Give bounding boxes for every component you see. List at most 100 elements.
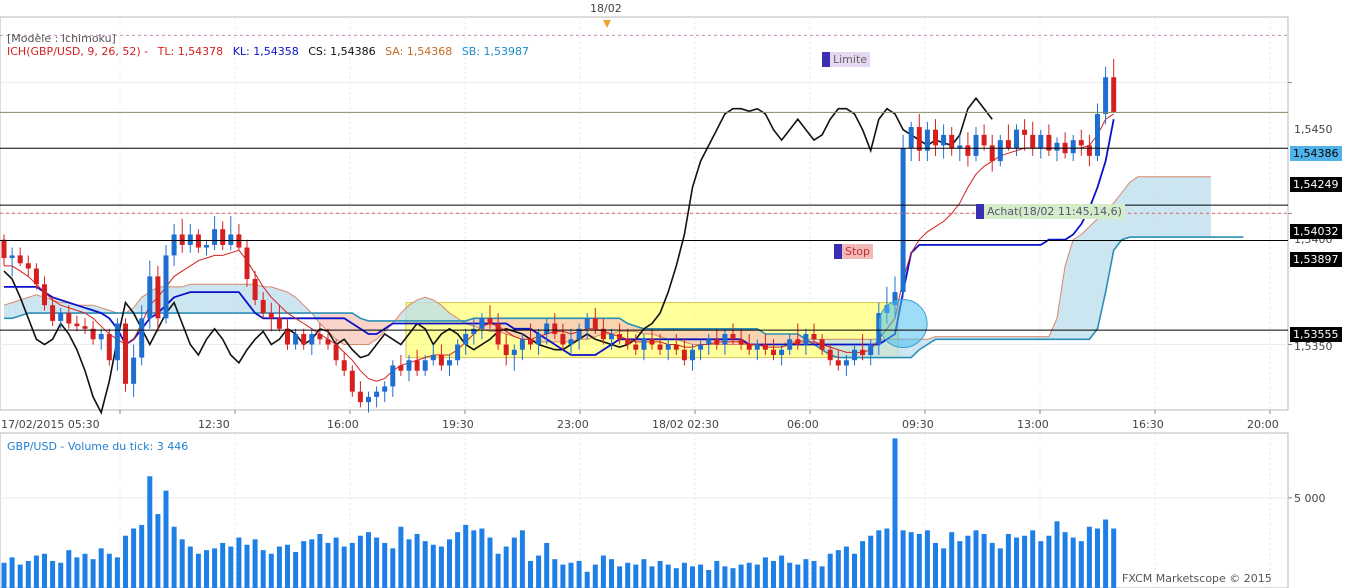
- volume-title: GBP/USD - Volume du tick: 3 446: [7, 440, 189, 453]
- candle-body: [973, 134, 979, 156]
- volume-bar: [835, 550, 841, 588]
- time-tick-5: 23:00: [557, 418, 589, 431]
- stop-order-tag[interactable]: Stop: [834, 244, 874, 259]
- volume-bar: [42, 553, 47, 588]
- volume-bar: [625, 562, 631, 588]
- volume-bar: [438, 546, 444, 588]
- cloud-segment: [773, 334, 782, 345]
- volume-bar: [171, 526, 177, 588]
- candle-body: [1005, 140, 1011, 148]
- volume-bar: [1070, 537, 1076, 588]
- cloud-segment: [1073, 234, 1082, 340]
- volume-bar: [973, 530, 979, 588]
- candle-body: [333, 344, 339, 361]
- volume-bar: [633, 564, 639, 588]
- volume-bar: [50, 560, 56, 588]
- candle-body: [357, 391, 363, 403]
- cloud-segment: [198, 284, 207, 314]
- candle-body: [301, 334, 307, 345]
- volume-bar: [811, 560, 817, 588]
- sa-value: SA: 1,54368: [385, 45, 453, 58]
- candle-body: [584, 318, 590, 329]
- candle-body: [155, 276, 161, 319]
- candle-body: [908, 127, 914, 148]
- candle-body: [714, 339, 720, 345]
- time-tick-4: 19:30: [442, 418, 474, 431]
- candle-body: [66, 313, 72, 324]
- limit-order-tag[interactable]: Limite: [822, 52, 871, 67]
- volume-bar: [1111, 528, 1117, 588]
- time-tick-10: 16:30: [1132, 418, 1164, 431]
- candle-body: [511, 349, 517, 355]
- volume-bar: [357, 535, 363, 588]
- volume-bar: [325, 542, 331, 588]
- candle-body: [42, 284, 47, 306]
- volume-bar: [698, 564, 704, 588]
- volume-bar: [1038, 541, 1044, 588]
- candle-body: [349, 370, 355, 392]
- candle-body: [560, 334, 566, 345]
- candle-body: [519, 339, 525, 350]
- cloud-segment: [1146, 176, 1155, 238]
- volume-bar: [949, 532, 955, 588]
- candle-body: [673, 344, 679, 350]
- volume-bar: [66, 550, 72, 588]
- volume-bar: [1078, 541, 1084, 588]
- price-line-label-2: 1,54032: [1290, 224, 1342, 239]
- candle-body: [106, 334, 112, 361]
- candle-body: [544, 323, 550, 335]
- cloud-segment: [214, 284, 223, 314]
- cloud-segment: [749, 328, 758, 345]
- candle-body: [528, 339, 533, 345]
- volume-bar: [1103, 519, 1109, 588]
- candle-body: [738, 339, 744, 345]
- candle-body: [163, 255, 169, 319]
- candle-body: [463, 334, 469, 345]
- cloud-segment: [417, 297, 426, 321]
- volume-bar: [155, 514, 161, 588]
- candle-body: [860, 349, 866, 355]
- volume-bar: [552, 559, 558, 588]
- candle-body: [82, 326, 88, 329]
- candle-body: [228, 234, 234, 245]
- volume-bar: [827, 553, 833, 588]
- volume-bar: [333, 537, 339, 588]
- volume-bar: [163, 490, 169, 588]
- candle-body: [430, 354, 436, 361]
- volume-bar: [406, 539, 412, 588]
- candle-body: [309, 334, 315, 345]
- candle-body: [706, 339, 712, 345]
- cs-value: CS: 1,54386: [308, 45, 376, 58]
- candle-body: [244, 247, 250, 279]
- volume-bar: [706, 569, 712, 588]
- cloud-segment: [1162, 176, 1171, 238]
- candle-body: [1038, 134, 1044, 148]
- candle-body: [58, 313, 64, 321]
- candle-body: [317, 334, 323, 340]
- volume-bar: [317, 533, 323, 588]
- candle-body: [835, 360, 841, 366]
- volume-bar: [390, 548, 396, 588]
- candle-body: [722, 334, 728, 345]
- volume-bar: [276, 546, 282, 588]
- candle-body: [568, 339, 574, 345]
- candle-body: [74, 323, 80, 327]
- sb-value: SB: 1,53987: [461, 45, 530, 58]
- volume-bar: [455, 532, 461, 588]
- candle-body: [139, 318, 145, 358]
- volume-bar: [819, 566, 825, 588]
- volume-bar: [479, 528, 485, 588]
- volume-bar: [933, 542, 938, 588]
- candle-body: [609, 334, 614, 340]
- volume-bar: [722, 566, 728, 588]
- kl-value: KL: 1,54358: [232, 45, 299, 58]
- candle-body: [195, 234, 201, 248]
- volume-bar: [1062, 532, 1068, 588]
- buy-order-tag[interactable]: Achat(18/02 11:45,14,6): [976, 204, 1125, 219]
- volume-bar: [382, 542, 388, 588]
- cloud-segment: [765, 334, 774, 345]
- volume-bar: [657, 560, 663, 588]
- volume-bar: [374, 537, 380, 588]
- volume-bar: [981, 533, 987, 588]
- copyright: FXCM Marketscope © 2015: [1122, 572, 1272, 585]
